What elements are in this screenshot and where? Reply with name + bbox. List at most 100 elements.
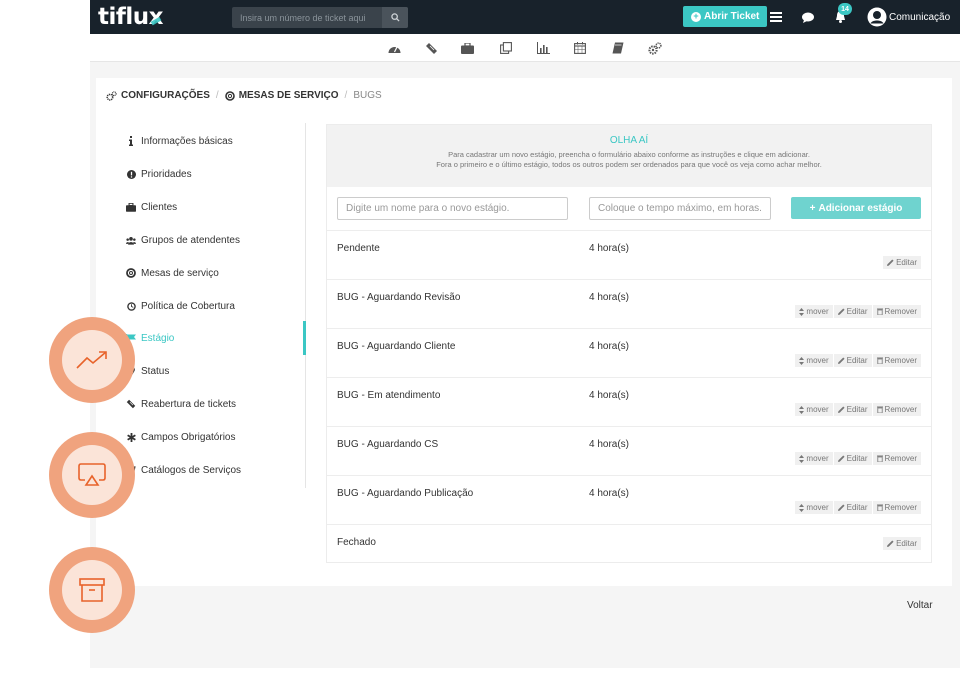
sidebar-item-label: Prioridades	[141, 168, 192, 180]
stage-time-input[interactable]	[589, 197, 771, 220]
search-button[interactable]	[382, 7, 408, 28]
stage-name-input[interactable]	[337, 197, 568, 220]
remove-label: Remover	[884, 405, 917, 414]
user-name: Comunicação	[889, 11, 951, 23]
breadcrumb-service-desks-link[interactable]: MESAS DE SERVIÇO	[239, 90, 339, 101]
remove-label: Remover	[884, 503, 917, 512]
move-label: mover	[806, 503, 829, 512]
move-button[interactable]: mover	[795, 305, 833, 318]
back-link[interactable]: Voltar	[907, 600, 933, 611]
module-icon-bar	[90, 34, 960, 62]
edit-button[interactable]: Editar	[833, 403, 872, 416]
pencil-icon	[887, 540, 894, 547]
edit-button[interactable]: Editar	[833, 354, 872, 367]
sort-icon	[799, 405, 805, 414]
briefcase-icon	[126, 202, 136, 212]
active-item-indicator	[303, 321, 306, 355]
stage-row: Fechado Editar	[327, 525, 931, 562]
floating-archive-button[interactable]	[49, 547, 135, 633]
sidebar-item-clients[interactable]: Clientes	[126, 197, 177, 217]
sidebar-item-label: Status	[141, 365, 170, 377]
sidebar-item-priorities[interactable]: Prioridades	[126, 164, 192, 184]
tiflux-logo[interactable]: tiflux	[98, 4, 164, 30]
edit-button[interactable]: Editar	[833, 452, 872, 465]
pencil-icon	[837, 455, 845, 462]
sidebar-item-required-fields[interactable]: Campos Obrigatórios	[126, 427, 235, 447]
remove-button[interactable]: Remover	[872, 452, 921, 465]
remove-label: Remover	[884, 356, 917, 365]
stage-row: BUG - Em atendimento 4 hora(s) mover Edi…	[327, 378, 931, 427]
breadcrumb-current: BUGS	[353, 90, 382, 101]
sidebar-item-label: Reabertura de tickets	[141, 398, 237, 410]
sidebar-item-label: Mesas de serviço	[141, 267, 219, 279]
menu-button[interactable]	[766, 7, 786, 27]
floating-airplay-button[interactable]	[49, 432, 135, 518]
chat-button[interactable]	[798, 7, 818, 27]
sidebar-item-label: Campos Obrigatórios	[141, 431, 236, 443]
cogs-icon	[648, 41, 662, 55]
move-button[interactable]: mover	[795, 452, 833, 465]
edit-button[interactable]: Editar	[883, 256, 921, 269]
remove-button[interactable]: Remover	[872, 305, 921, 318]
sidebar-item-agent-groups[interactable]: Grupos de atendentes	[126, 230, 240, 250]
move-button[interactable]: mover	[795, 354, 833, 367]
knowledge-base-nav[interactable]	[610, 40, 626, 56]
add-stage-button[interactable]: + Adicionar estágio	[791, 197, 921, 219]
breadcrumb-separator: /	[344, 90, 348, 101]
move-label: mover	[806, 405, 829, 414]
move-button[interactable]: mover	[795, 501, 833, 514]
stage-name: BUG - Aguardando Cliente	[337, 341, 456, 352]
open-ticket-button[interactable]: + Abrir Ticket	[683, 6, 768, 27]
reports-nav[interactable]	[535, 40, 551, 56]
sidebar-item-ticket-reopen[interactable]: Reabertura de tickets	[126, 394, 236, 414]
sidebar-item-label: Grupos de atendentes	[141, 234, 240, 246]
settings-sidebar: Informações básicas Prioridades Clientes…	[96, 123, 306, 488]
copy-icon	[500, 42, 512, 54]
edit-button[interactable]: Editar	[883, 537, 921, 550]
stage-name: Pendente	[337, 243, 380, 254]
sidebar-item-service-catalogs[interactable]: Catálogos de Serviços	[126, 460, 241, 480]
pencil-icon	[837, 406, 845, 413]
user-menu[interactable]: Comunicação	[867, 7, 950, 27]
trash-icon	[876, 357, 883, 364]
breadcrumb-separator: /	[215, 90, 219, 101]
notice-title: OLHA AÍ	[609, 135, 649, 146]
ticket-search-input[interactable]	[232, 7, 380, 28]
sort-icon	[799, 356, 805, 365]
remove-label: Remover	[884, 454, 917, 463]
sidebar-item-basic-info[interactable]: Informações básicas	[126, 131, 233, 151]
tickets-nav[interactable]	[423, 40, 439, 56]
remove-button[interactable]: Remover	[872, 403, 921, 416]
remove-button[interactable]: Remover	[872, 354, 921, 367]
notification-badge: 14	[838, 3, 852, 15]
floating-trend-button[interactable]	[49, 317, 135, 403]
sidebar-item-stage[interactable]: Estágio	[126, 328, 174, 348]
stage-actions: mover Editar Remover	[795, 354, 921, 367]
edit-button[interactable]: Editar	[833, 305, 872, 318]
remove-button[interactable]: Remover	[872, 501, 921, 514]
pencil-icon	[837, 357, 845, 364]
edit-button[interactable]: Editar	[833, 501, 872, 514]
app-window: tiflux + Abrir Ticket 14 Comunicação	[90, 0, 960, 668]
trash-icon	[876, 504, 883, 511]
add-stage-label: Adicionar estágio	[818, 202, 903, 214]
settings-card: CONFIGURAÇÕES / MESAS DE SERVIÇO / BUGS …	[96, 78, 952, 586]
stage-row: BUG - Aguardando CS 4 hora(s) mover Edit…	[327, 427, 931, 476]
archive-icon	[79, 578, 105, 602]
clients-nav[interactable]	[459, 40, 475, 56]
move-button[interactable]: mover	[795, 403, 833, 416]
calendar-nav[interactable]	[572, 40, 588, 56]
sidebar-item-coverage-policy[interactable]: Política de Cobertura	[126, 296, 235, 316]
breadcrumb-settings-link[interactable]: CONFIGURAÇÕES	[121, 90, 210, 101]
move-label: mover	[806, 356, 829, 365]
plus-circle-icon: +	[691, 11, 701, 22]
stage-time: 4 hora(s)	[589, 341, 630, 352]
copy-nav[interactable]	[498, 40, 514, 56]
stage-actions: mover Editar Remover	[795, 501, 921, 514]
info-icon	[129, 136, 133, 146]
plus-icon: +	[809, 202, 816, 214]
settings-nav[interactable]	[647, 40, 663, 56]
dashboard-nav[interactable]	[386, 40, 402, 56]
sidebar-item-service-desks[interactable]: Mesas de serviço	[126, 263, 219, 283]
sort-icon	[799, 503, 805, 512]
